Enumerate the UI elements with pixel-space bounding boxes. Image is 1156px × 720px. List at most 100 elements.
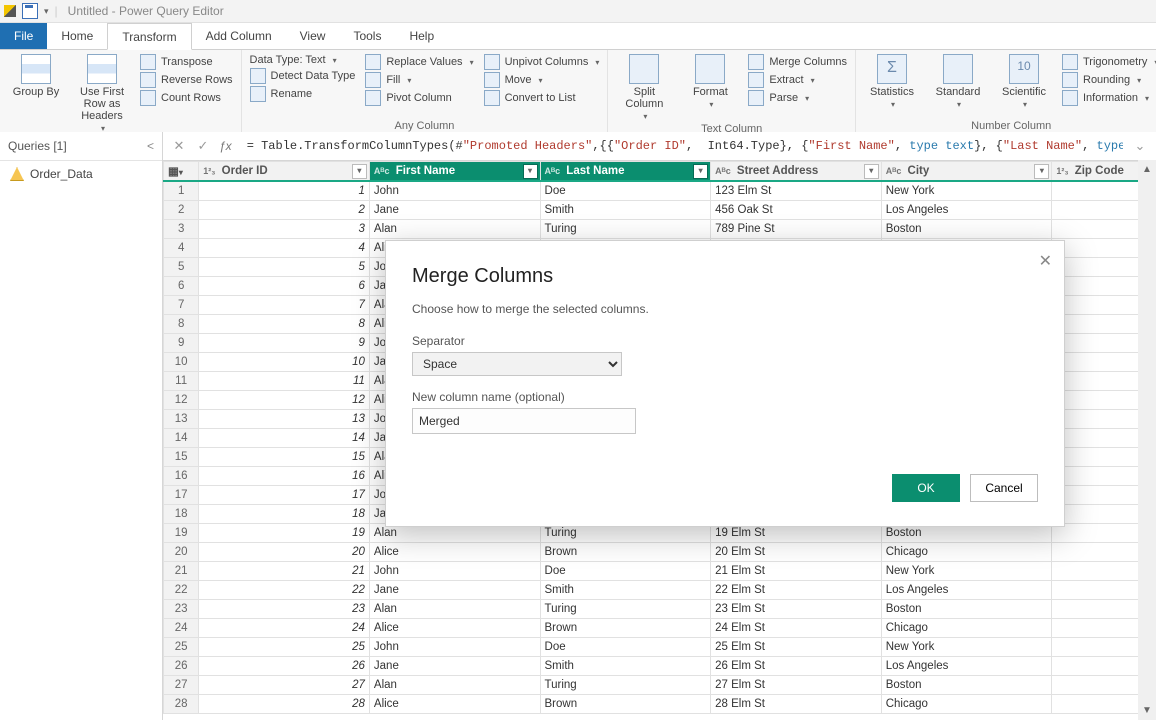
cell[interactable]: Los Angeles	[881, 201, 1052, 220]
cell[interactable]: 20	[199, 543, 370, 562]
formula-expand-icon[interactable]: ⌄	[1132, 138, 1148, 154]
data-type-button[interactable]: Data Type: Text▾	[250, 54, 356, 66]
cell[interactable]: 2	[199, 201, 370, 220]
cell[interactable]: Brown	[540, 695, 711, 714]
tab-tools[interactable]: Tools	[339, 23, 395, 49]
cell[interactable]: Alice	[369, 543, 540, 562]
cell[interactable]: Alice	[369, 619, 540, 638]
filter-icon[interactable]: ▾	[352, 164, 367, 179]
new-name-input[interactable]	[412, 408, 636, 434]
cell[interactable]: 28 Elm St	[711, 695, 882, 714]
cell[interactable]: John	[369, 181, 540, 201]
collapse-icon[interactable]: <	[147, 139, 154, 153]
cell[interactable]: Los Angeles	[881, 581, 1052, 600]
cell[interactable]: 6	[199, 277, 370, 296]
cell[interactable]: 15	[199, 448, 370, 467]
row-header[interactable]: 11	[164, 372, 199, 391]
column-header[interactable]: 1²₃ Order ID▾	[199, 162, 370, 182]
cell[interactable]: 28	[199, 695, 370, 714]
ok-button[interactable]: OK	[892, 474, 960, 502]
column-header[interactable]: Aᴮc Last Name▾	[540, 162, 711, 182]
cell[interactable]: Brown	[540, 619, 711, 638]
cell[interactable]: 13	[199, 410, 370, 429]
save-icon[interactable]	[22, 3, 38, 19]
row-header[interactable]: 7	[164, 296, 199, 315]
cell[interactable]: Turing	[540, 676, 711, 695]
cancel-formula-icon[interactable]: ✕	[171, 138, 187, 154]
format-button[interactable]: Format▾	[682, 54, 738, 109]
cell[interactable]: 4	[199, 239, 370, 258]
tab-transform[interactable]: Transform	[107, 23, 191, 50]
query-item[interactable]: Order_Data	[0, 161, 162, 187]
cell[interactable]: New York	[881, 562, 1052, 581]
row-header[interactable]: 23	[164, 600, 199, 619]
row-header[interactable]: 10	[164, 353, 199, 372]
merge-columns-button[interactable]: Merge Columns	[748, 54, 847, 70]
row-header[interactable]: 13	[164, 410, 199, 429]
close-icon[interactable]: ✕	[1039, 251, 1052, 271]
cell[interactable]: Smith	[540, 581, 711, 600]
column-header[interactable]: Aᴮc First Name▾	[369, 162, 540, 182]
row-header[interactable]: 5	[164, 258, 199, 277]
statistics-button[interactable]: Statistics▾	[864, 54, 920, 109]
cell[interactable]: Chicago	[881, 619, 1052, 638]
cell[interactable]: 11	[199, 372, 370, 391]
cell[interactable]: 20 Elm St	[711, 543, 882, 562]
vertical-scrollbar[interactable]: ▲ ▼	[1138, 160, 1156, 720]
cell[interactable]: 22 Elm St	[711, 581, 882, 600]
replace-values-button[interactable]: Replace Values▾	[365, 54, 473, 70]
rename-button[interactable]: Rename	[250, 86, 356, 102]
move-button[interactable]: Move▾	[484, 72, 600, 88]
cell[interactable]: Doe	[540, 638, 711, 657]
cell[interactable]: Smith	[540, 201, 711, 220]
rounding-button[interactable]: Rounding▾	[1062, 72, 1156, 88]
cell[interactable]: 456 Oak St	[711, 201, 882, 220]
cell[interactable]: Smith	[540, 657, 711, 676]
tab-file[interactable]: File	[0, 23, 47, 49]
cell[interactable]: 9	[199, 334, 370, 353]
scroll-down-icon[interactable]: ▼	[1142, 701, 1152, 720]
row-header[interactable]: 9	[164, 334, 199, 353]
cell[interactable]: Boston	[881, 220, 1052, 239]
cell[interactable]: Boston	[881, 600, 1052, 619]
fill-button[interactable]: Fill▾	[365, 72, 473, 88]
cell[interactable]: Doe	[540, 562, 711, 581]
table-corner[interactable]: ▦▾	[164, 162, 199, 182]
trigonometry-button[interactable]: Trigonometry▾	[1062, 54, 1156, 70]
row-header[interactable]: 2	[164, 201, 199, 220]
cell[interactable]: 10	[199, 353, 370, 372]
cell[interactable]: Brown	[540, 543, 711, 562]
cell[interactable]: 23 Elm St	[711, 600, 882, 619]
tab-home[interactable]: Home	[47, 23, 107, 49]
cell[interactable]: 7	[199, 296, 370, 315]
row-header[interactable]: 17	[164, 486, 199, 505]
qat-dropdown-icon[interactable]: ▾	[44, 6, 49, 17]
filter-icon[interactable]: ▾	[864, 164, 879, 179]
cell[interactable]: Alan	[369, 600, 540, 619]
row-header[interactable]: 18	[164, 505, 199, 524]
cell[interactable]: John	[369, 562, 540, 581]
row-header[interactable]: 1	[164, 181, 199, 201]
row-header[interactable]: 19	[164, 524, 199, 543]
cell[interactable]: 27	[199, 676, 370, 695]
count-rows-button[interactable]: Count Rows	[140, 90, 233, 106]
cell[interactable]: Turing	[540, 220, 711, 239]
cell[interactable]: 22	[199, 581, 370, 600]
split-column-button[interactable]: Split Column▾	[616, 54, 672, 121]
row-header[interactable]: 16	[164, 467, 199, 486]
row-header[interactable]: 21	[164, 562, 199, 581]
row-header[interactable]: 22	[164, 581, 199, 600]
reverse-rows-button[interactable]: Reverse Rows	[140, 72, 233, 88]
unpivot-button[interactable]: Unpivot Columns▾	[484, 54, 600, 70]
first-row-headers-button[interactable]: Use First Row as Headers▾	[74, 54, 130, 133]
row-header[interactable]: 6	[164, 277, 199, 296]
commit-formula-icon[interactable]: ✓	[195, 138, 211, 154]
convert-list-button[interactable]: Convert to List	[484, 90, 600, 106]
cell[interactable]: 8	[199, 315, 370, 334]
cell[interactable]: 123 Elm St	[711, 181, 882, 201]
cancel-button[interactable]: Cancel	[970, 474, 1038, 502]
row-header[interactable]: 20	[164, 543, 199, 562]
row-header[interactable]: 12	[164, 391, 199, 410]
column-header[interactable]: Aᴮc City▾	[881, 162, 1052, 182]
row-header[interactable]: 24	[164, 619, 199, 638]
